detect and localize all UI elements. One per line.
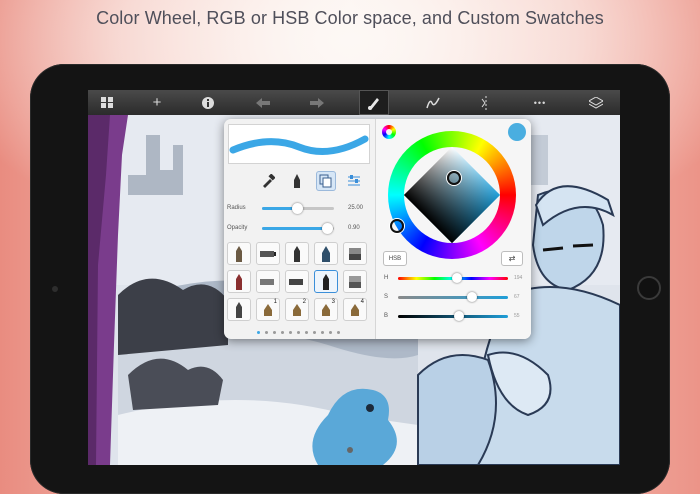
opacity-label: Opacity <box>227 225 248 231</box>
brush-marker[interactable] <box>256 242 280 265</box>
stroke-icon[interactable] <box>418 90 448 115</box>
layers-icon[interactable] <box>581 90 611 115</box>
add-icon[interactable]: + <box>142 90 172 115</box>
brush-ballpoint[interactable] <box>285 242 309 265</box>
stroke-preview <box>228 124 370 164</box>
page-dot[interactable] <box>337 331 340 334</box>
top-toolbar: + ••• <box>88 90 620 115</box>
radius-slider[interactable] <box>262 203 334 214</box>
info-icon[interactable] <box>193 90 223 115</box>
radius-value: 25.00 <box>348 205 364 211</box>
brush-flat[interactable] <box>285 270 309 293</box>
brush-tip-icon[interactable] <box>287 171 307 191</box>
page-headline: Color Wheel, RGB or HSB Color space, and… <box>96 8 604 28</box>
home-button[interactable] <box>637 276 661 300</box>
slot-number: 3 <box>331 299 335 305</box>
slot-number: 1 <box>273 299 277 305</box>
color-slider-h[interactable] <box>398 273 508 283</box>
brush-slot-4[interactable]: 4 <box>343 298 367 321</box>
color-slider-knob[interactable] <box>466 292 477 302</box>
undo-icon[interactable] <box>248 90 278 115</box>
color-slider-value: 194 <box>514 275 523 281</box>
page-dot[interactable] <box>273 331 276 334</box>
brush-pencil[interactable] <box>227 242 251 265</box>
color-slider-s[interactable] <box>398 292 508 302</box>
current-color-swatch[interactable] <box>508 123 526 141</box>
slot-number: 4 <box>360 299 364 305</box>
brush-settings-icon[interactable] <box>344 171 364 191</box>
gallery-icon[interactable] <box>92 90 122 115</box>
brush-icon[interactable] <box>359 90 389 115</box>
color-panel: HSB ⇄ H 194 S 67 B 55 <box>375 119 531 339</box>
brush-selected-pen[interactable] <box>314 270 338 293</box>
opacity-knob[interactable] <box>321 223 333 234</box>
color-slider-b[interactable] <box>398 311 508 321</box>
page-dot[interactable] <box>313 331 316 334</box>
hue-picker-ring[interactable] <box>390 219 404 233</box>
color-slider-knob[interactable] <box>452 273 463 283</box>
brush-airbrush[interactable] <box>256 270 280 293</box>
sb-picker-ring[interactable] <box>447 171 461 185</box>
page-dot[interactable] <box>321 331 324 334</box>
brush-eyedropper-icon[interactable] <box>258 171 278 191</box>
color-slider-label: B <box>384 313 389 319</box>
brush-slot-2[interactable]: 2 <box>285 298 309 321</box>
page-dot[interactable] <box>281 331 284 334</box>
color-mode-button[interactable]: HSB <box>383 251 407 266</box>
slot-number: 2 <box>302 299 306 305</box>
color-slider-knob[interactable] <box>453 311 464 321</box>
color-wheel-icon[interactable] <box>382 125 396 139</box>
color-slider-label: H <box>384 275 389 281</box>
redo-icon[interactable] <box>302 90 332 115</box>
brush-ink[interactable] <box>314 242 338 265</box>
page-dot[interactable] <box>329 331 332 334</box>
page-dot[interactable] <box>265 331 268 334</box>
brush-smudge[interactable] <box>343 270 367 293</box>
more-icon[interactable]: ••• <box>525 90 555 115</box>
page-dot[interactable] <box>289 331 292 334</box>
brush-slot-1[interactable]: 1 <box>256 298 280 321</box>
color-slider-value: 55 <box>514 313 520 319</box>
opacity-fill <box>262 227 327 230</box>
brush-panel: Radius 25.00 Opacity 0.90 1 2 3 4 <box>224 119 374 339</box>
page-dot[interactable] <box>297 331 300 334</box>
brush-eraser[interactable] <box>343 242 367 265</box>
radius-label: Radius <box>227 205 246 211</box>
page-dot[interactable] <box>305 331 308 334</box>
brush-copy-icon[interactable] <box>316 171 336 191</box>
brush-slot-3[interactable]: 3 <box>314 298 338 321</box>
color-slider-label: S <box>384 294 389 300</box>
brush-paint[interactable] <box>227 270 251 293</box>
front-camera <box>52 286 58 292</box>
opacity-value: 0.90 <box>348 225 360 231</box>
page-dot[interactable] <box>257 331 260 334</box>
app-screen: + ••• Radius 25.00 Opacity 0.90 1 2 3 4 … <box>88 90 620 465</box>
radius-knob[interactable] <box>291 203 303 214</box>
color-slider-value: 67 <box>514 294 520 300</box>
symmetry-icon[interactable] <box>471 90 501 115</box>
brush-color-popover: Radius 25.00 Opacity 0.90 1 2 3 4 HSB ⇄ … <box>224 119 531 339</box>
opacity-slider[interactable] <box>262 223 334 234</box>
canvas-center-marker <box>347 447 353 453</box>
brush-slot-base[interactable] <box>227 298 251 321</box>
swap-icon[interactable]: ⇄ <box>501 251 523 266</box>
